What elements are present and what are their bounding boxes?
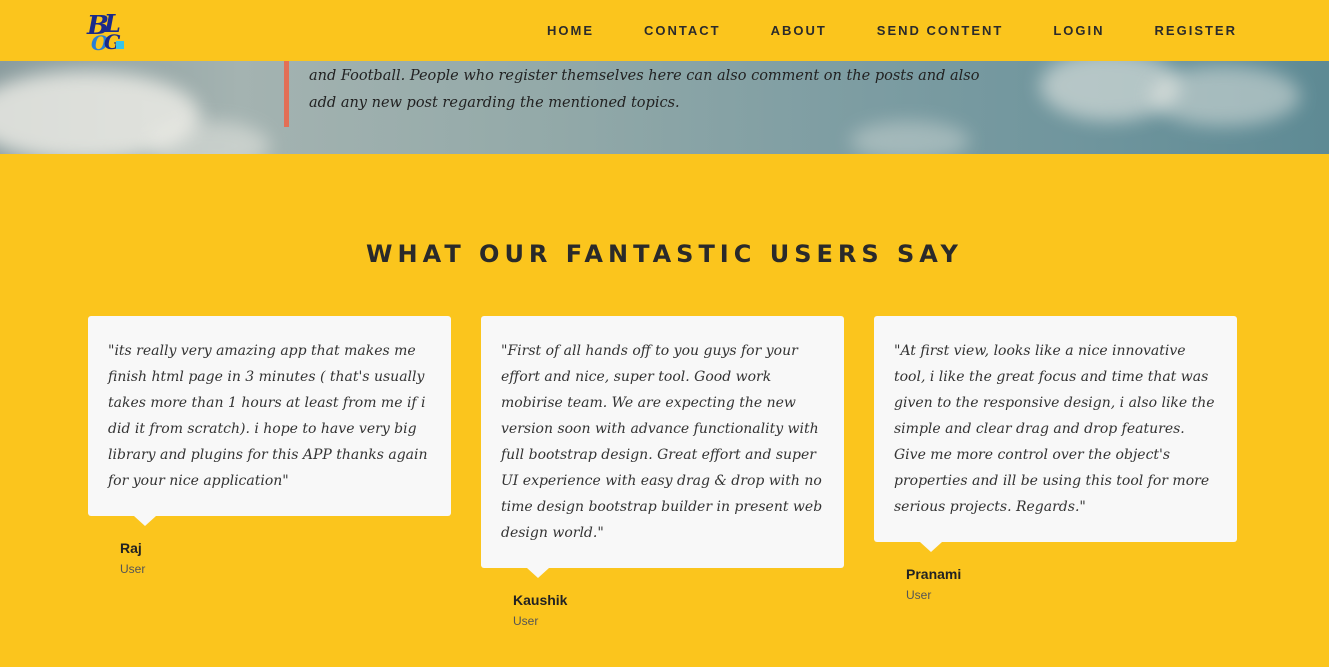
author-role: User — [513, 614, 539, 628]
author-name: Pranami — [906, 566, 962, 582]
logo-icon: B L O G — [86, 9, 124, 55]
testimonial-quote: "At first view, looks like a nice innova… — [894, 343, 1215, 515]
testimonial-quote: "its really very amazing app that makes … — [108, 343, 428, 489]
author-role: User — [120, 562, 146, 576]
hero-banner: and Football. People who register themse… — [0, 61, 1329, 154]
site-logo[interactable]: B L O G — [86, 8, 130, 55]
nav-send-content-link[interactable]: SEND CONTENT — [877, 23, 1004, 38]
accent-bar — [284, 61, 289, 127]
testimonial-card: "First of all hands off to you guys for … — [481, 316, 844, 578]
nav-register-link[interactable]: REGISTER — [1155, 23, 1237, 38]
author-name: Kaushik — [513, 592, 568, 608]
testimonial-item: "At first view, looks like a nice innova… — [874, 316, 1237, 602]
testimonial-item: "First of all hands off to you guys for … — [481, 316, 844, 628]
navbar: B L O G HOME CONTACT ABOUT SEND CONTENT … — [0, 0, 1329, 61]
testimonial-card: "its really very amazing app that makes … — [88, 316, 451, 526]
nav-home-link[interactable]: HOME — [547, 23, 594, 38]
testimonial-author: Pranami User — [906, 566, 1237, 602]
section-title: WHAT OUR FANTASTIC USERS SAY — [366, 240, 963, 268]
testimonial-item: "its really very amazing app that makes … — [88, 316, 451, 576]
hero-description: and Football. People who register themse… — [309, 68, 980, 111]
author-role: User — [906, 588, 932, 602]
author-name: Raj — [120, 540, 142, 556]
cloud-decoration — [1150, 66, 1300, 126]
testimonial-card: "At first view, looks like a nice innova… — [874, 316, 1237, 552]
testimonial-quote: "First of all hands off to you guys for … — [501, 343, 823, 541]
testimonial-author: Raj User — [120, 540, 451, 576]
nav-about-link[interactable]: ABOUT — [771, 23, 827, 38]
nav-login-link[interactable]: LOGIN — [1053, 23, 1104, 38]
testimonial-author: Kaushik User — [513, 592, 844, 628]
cloud-decoration — [850, 121, 970, 154]
nav-contact-link[interactable]: CONTACT — [644, 23, 721, 38]
main-nav: HOME CONTACT ABOUT SEND CONTENT LOGIN RE… — [497, 0, 1237, 61]
